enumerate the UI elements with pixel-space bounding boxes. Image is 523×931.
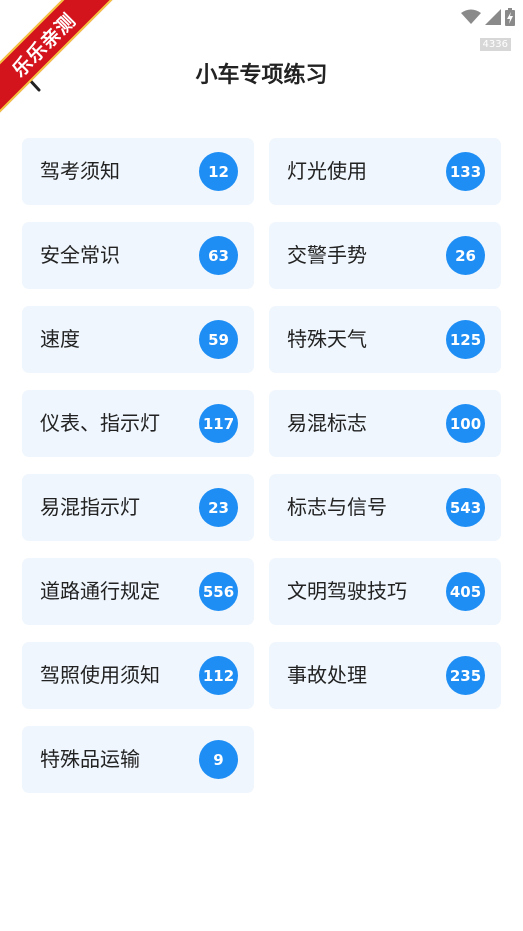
count-badge: 63: [199, 236, 238, 275]
category-label: 灯光使用: [287, 159, 367, 183]
category-card[interactable]: 道路通行规定 556: [22, 558, 254, 625]
category-label: 易混标志: [287, 411, 367, 435]
count-badge: 405: [446, 572, 485, 611]
wifi-icon: [461, 9, 481, 24]
category-card[interactable]: 安全常识 63: [22, 222, 254, 289]
count-badge: 133: [446, 152, 485, 191]
count-badge: 117: [199, 404, 238, 443]
count-badge: 125: [446, 320, 485, 359]
category-grid: 驾考须知 12 灯光使用 133 安全常识 63 交警手势 26 速度 59 特…: [22, 138, 501, 793]
category-card[interactable]: 仪表、指示灯 117: [22, 390, 254, 457]
category-card[interactable]: 驾考须知 12: [22, 138, 254, 205]
category-label: 特殊天气: [287, 327, 367, 351]
status-badge: 4336: [479, 38, 511, 51]
header-bar: 小车专项练习: [0, 52, 523, 100]
category-card[interactable]: 灯光使用 133: [269, 138, 501, 205]
category-card[interactable]: 易混标志 100: [269, 390, 501, 457]
category-card[interactable]: 文明驾驶技巧 405: [269, 558, 501, 625]
count-badge: 12: [199, 152, 238, 191]
status-bar: [461, 6, 515, 28]
count-badge: 235: [446, 656, 485, 695]
category-label: 道路通行规定: [40, 579, 160, 603]
category-label: 特殊品运输: [40, 747, 140, 771]
category-label: 事故处理: [287, 663, 367, 687]
category-label: 文明驾驶技巧: [287, 579, 407, 603]
signal-icon: [485, 9, 501, 25]
category-card[interactable]: 驾照使用须知 112: [22, 642, 254, 709]
count-badge: 543: [446, 488, 485, 527]
category-card[interactable]: 速度 59: [22, 306, 254, 373]
count-badge: 556: [199, 572, 238, 611]
category-label: 安全常识: [40, 243, 120, 267]
count-badge: 9: [199, 740, 238, 779]
category-label: 易混指示灯: [40, 495, 140, 519]
category-label: 速度: [40, 327, 80, 351]
category-card[interactable]: 交警手势 26: [269, 222, 501, 289]
category-card[interactable]: 特殊品运输 9: [22, 726, 254, 793]
category-card[interactable]: 事故处理 235: [269, 642, 501, 709]
count-badge: 23: [199, 488, 238, 527]
category-label: 驾考须知: [40, 159, 120, 183]
count-badge: 26: [446, 236, 485, 275]
battery-icon: [505, 8, 515, 26]
count-badge: 112: [199, 656, 238, 695]
category-card[interactable]: 易混指示灯 23: [22, 474, 254, 541]
category-card[interactable]: 特殊天气 125: [269, 306, 501, 373]
count-badge: 59: [199, 320, 238, 359]
category-label: 仪表、指示灯: [40, 411, 160, 435]
category-label: 交警手势: [287, 243, 367, 267]
page-title: 小车专项练习: [195, 63, 328, 88]
category-label: 标志与信号: [287, 495, 387, 519]
count-badge: 100: [446, 404, 485, 443]
category-label: 驾照使用须知: [40, 663, 160, 687]
category-card[interactable]: 标志与信号 543: [269, 474, 501, 541]
